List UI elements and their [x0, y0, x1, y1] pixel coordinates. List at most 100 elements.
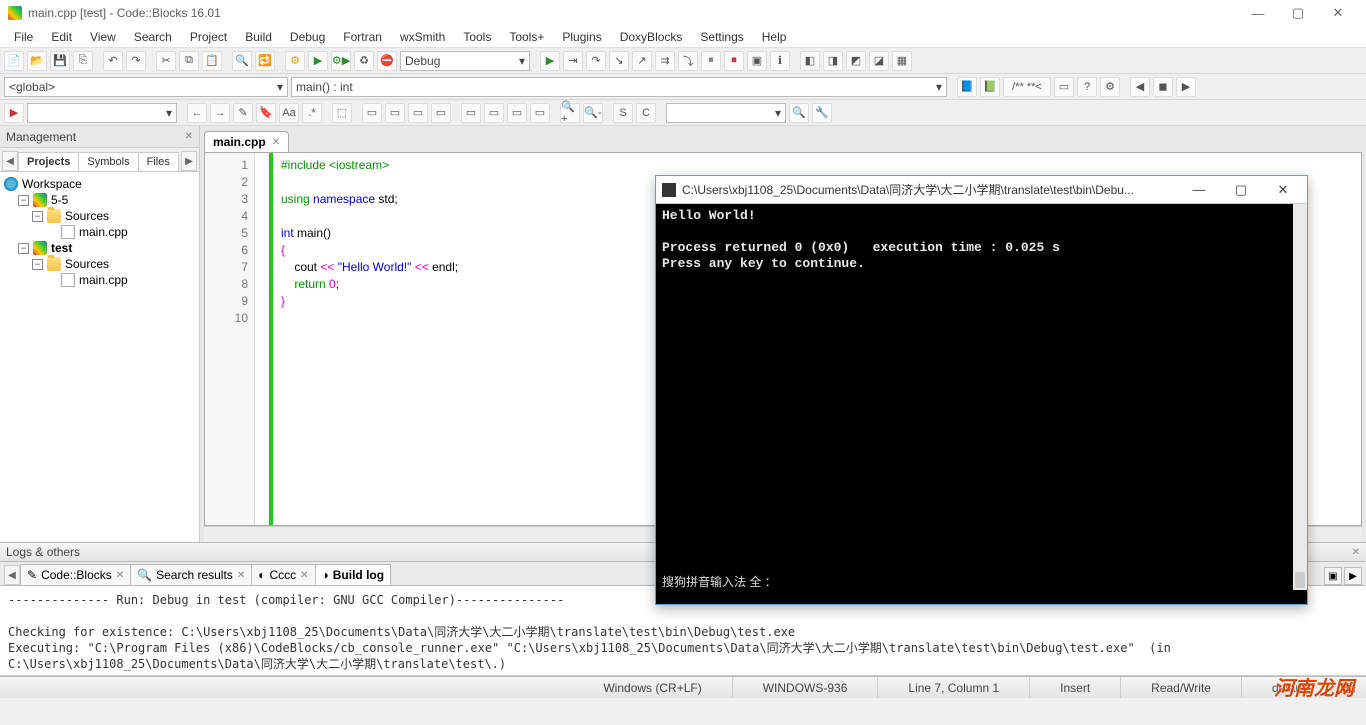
redo-icon[interactable]: ↷ [126, 51, 146, 71]
replace-icon[interactable]: 🔁 [255, 51, 275, 71]
block1-icon[interactable]: ▭ [461, 103, 481, 123]
misc-icon[interactable]: ◧ [800, 51, 820, 71]
build-target-combo[interactable]: Debug▾ [400, 51, 530, 71]
nav-stop-icon[interactable]: ◼ [1153, 77, 1173, 97]
maximize-button[interactable]: ▢ [1278, 5, 1318, 21]
logs-tabs-left-icon[interactable]: ◀ [4, 565, 20, 585]
misc3-icon[interactable]: ◩ [846, 51, 866, 71]
menu-edit[interactable]: Edit [43, 28, 80, 46]
copy-icon[interactable]: ⧉ [179, 51, 199, 71]
menu-settings[interactable]: Settings [692, 28, 751, 46]
console-titlebar[interactable]: C:\Users\xbj1108_25\Documents\Data\同济大学\… [656, 176, 1307, 204]
rebuild-icon[interactable]: ♻ [354, 51, 374, 71]
zoom-out-icon[interactable]: 🔍- [583, 103, 603, 123]
doxy-settings-icon[interactable]: ⚙ [1100, 77, 1120, 97]
menu-tools[interactable]: Tools [455, 28, 499, 46]
doxy-comment-icon[interactable]: /** **< [1003, 77, 1051, 97]
search-input[interactable]: ▾ [27, 103, 177, 123]
wrench-icon[interactable]: 🔧 [812, 103, 832, 123]
menu-fortran[interactable]: Fortran [335, 28, 390, 46]
menu-project[interactable]: Project [182, 28, 235, 46]
build-run-icon[interactable]: ⚙▶ [331, 51, 351, 71]
tree-file-main1[interactable]: main.cpp [4, 224, 195, 240]
log-tab-cccc[interactable]: ◐Cccc✕ [251, 564, 315, 585]
console-close-button[interactable]: ✕ [1265, 182, 1301, 198]
nav-back-icon[interactable]: ◀ [1130, 77, 1150, 97]
collapse-icon[interactable]: − [32, 211, 43, 222]
console-maximize-button[interactable]: ▢ [1223, 182, 1259, 198]
tree-project-5-5[interactable]: − 5-5 [4, 192, 195, 208]
tab-files[interactable]: Files [138, 152, 179, 171]
scope-left-combo[interactable]: <global>▾ [4, 77, 288, 97]
rect4-icon[interactable]: ▭ [431, 103, 451, 123]
doxy-help-icon[interactable]: ? [1077, 77, 1097, 97]
debug-run-to-cursor-icon[interactable]: ⇥ [563, 51, 583, 71]
menu-doxyblocks[interactable]: DoxyBlocks [612, 28, 691, 46]
menu-toolsplus[interactable]: Tools+ [501, 28, 552, 46]
rect1-icon[interactable]: ▭ [362, 103, 382, 123]
find-icon[interactable]: 🔍 [232, 51, 252, 71]
debug-start-icon[interactable]: ▶ [540, 51, 560, 71]
tab-symbols[interactable]: Symbols [78, 152, 138, 171]
doxy-box-icon[interactable]: ▭ [1054, 77, 1074, 97]
block3-icon[interactable]: ▭ [507, 103, 527, 123]
new-file-icon[interactable]: 📄 [4, 51, 24, 71]
abort-icon[interactable]: ⛔ [377, 51, 397, 71]
open-icon[interactable]: 📂 [27, 51, 47, 71]
rect2-icon[interactable]: ▭ [385, 103, 405, 123]
menu-file[interactable]: File [6, 28, 41, 46]
mgmt-tabs-left-icon[interactable]: ◀ [2, 151, 18, 171]
tab-close-icon[interactable]: ✕ [272, 137, 280, 148]
paste-icon[interactable]: 📋 [202, 51, 222, 71]
tree-folder-sources-2[interactable]: − Sources [4, 256, 195, 272]
menu-build[interactable]: Build [237, 28, 280, 46]
doxy-extract-icon[interactable]: 📗 [980, 77, 1000, 97]
log-tab-codeblocks[interactable]: ✎Code::Blocks✕ [20, 564, 131, 585]
nav-fwd-icon[interactable]: ▶ [1176, 77, 1196, 97]
collapse-icon[interactable]: − [32, 259, 43, 270]
misc2-icon[interactable]: ◨ [823, 51, 843, 71]
tree-folder-sources-1[interactable]: − Sources [4, 208, 195, 224]
cut-icon[interactable]: ✂ [156, 51, 176, 71]
save-all-icon[interactable]: ⎘ [73, 51, 93, 71]
console-window[interactable]: C:\Users\xbj1108_25\Documents\Data\同济大学\… [655, 175, 1308, 605]
log-tab-build[interactable]: ◑Build log [315, 564, 392, 585]
highlight-icon[interactable]: ✎ [233, 103, 253, 123]
step-into-icon[interactable]: ↘ [609, 51, 629, 71]
build-icon[interactable]: ⚙ [285, 51, 305, 71]
regex-icon[interactable]: .* [302, 103, 322, 123]
management-close-icon[interactable]: ✕ [185, 131, 193, 142]
next-icon[interactable]: → [210, 103, 230, 123]
doxy-project-icon[interactable]: 📘 [957, 77, 977, 97]
menu-search[interactable]: Search [126, 28, 180, 46]
s-icon[interactable]: S [613, 103, 633, 123]
goto-icon[interactable]: ▶ [4, 103, 24, 123]
step-over-icon[interactable]: ↷ [586, 51, 606, 71]
console-minimize-button[interactable]: — [1181, 182, 1217, 197]
zoom-in-icon[interactable]: 🔍+ [560, 103, 580, 123]
menu-debug[interactable]: Debug [282, 28, 333, 46]
log-tab-search[interactable]: 🔍Search results✕ [130, 564, 252, 585]
console-scrollbar[interactable] [1293, 204, 1307, 590]
minimize-button[interactable]: — [1238, 6, 1278, 21]
tab-projects[interactable]: Projects [18, 152, 79, 171]
logs-close-icon[interactable]: ✕ [1352, 547, 1360, 558]
editor-tab-main[interactable]: main.cpp ✕ [204, 131, 289, 152]
block4-icon[interactable]: ▭ [530, 103, 550, 123]
logs-popout-icon[interactable]: ▣ [1324, 567, 1342, 585]
info-icon[interactable]: ℹ [770, 51, 790, 71]
menu-plugins[interactable]: Plugins [554, 28, 609, 46]
tree-file-main2[interactable]: main.cpp [4, 272, 195, 288]
c-icon[interactable]: C [636, 103, 656, 123]
menu-wxsmith[interactable]: wxSmith [392, 28, 453, 46]
bookmark-icon[interactable]: 🔖 [256, 103, 276, 123]
undo-icon[interactable]: ↶ [103, 51, 123, 71]
block2-icon[interactable]: ▭ [484, 103, 504, 123]
step-instr-icon[interactable]: ⤵ [678, 51, 698, 71]
menu-view[interactable]: View [82, 28, 124, 46]
misc5-icon[interactable]: ▦ [892, 51, 912, 71]
select-icon[interactable]: ⬚ [332, 103, 352, 123]
run-icon[interactable]: ▶ [308, 51, 328, 71]
collapse-icon[interactable]: − [18, 195, 29, 206]
project-tree[interactable]: Workspace − 5-5 − Sources main.cpp − tes… [0, 172, 199, 542]
